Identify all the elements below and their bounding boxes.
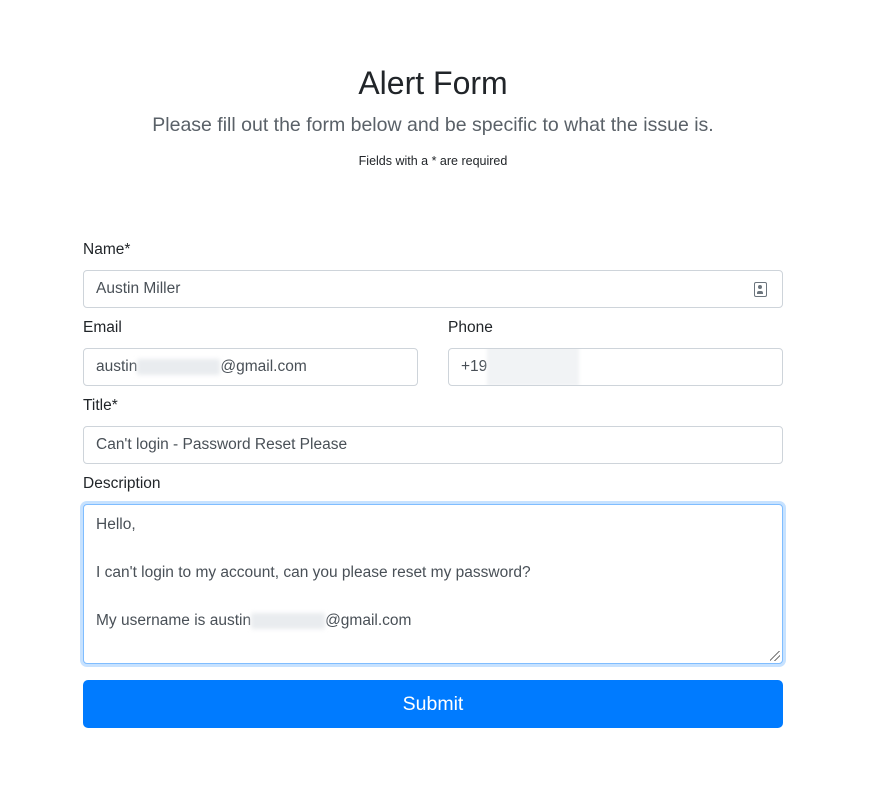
name-label: Name*: [83, 241, 131, 258]
description-username-prefix: My username is austin: [96, 612, 252, 629]
title-input-value: Can't login - Password Reset Please: [96, 436, 348, 453]
phone-input[interactable]: +19: [448, 348, 783, 386]
redacted-phone-part: [487, 349, 580, 385]
required-fields-note: Fields with a * are required: [358, 154, 508, 168]
page-lead-text: Please fill out the form below and be sp…: [152, 114, 714, 136]
redacted-username-part: [251, 612, 326, 629]
description-line-username: My username is austin @gmail.com: [96, 609, 770, 633]
description-line: [96, 537, 770, 561]
form-header: Alert Form Please fill out the form belo…: [0, 60, 866, 170]
title-group: Title* Can't login - Password Reset Plea…: [83, 396, 783, 464]
contact-card-icon[interactable]: [754, 282, 767, 297]
email-phone-row: Email austin @gmail.com Phone +19: [83, 318, 783, 386]
description-textarea[interactable]: Hello, I can't login to my account, can …: [83, 504, 783, 664]
email-value-prefix: austin: [96, 358, 138, 375]
redacted-email-part: [137, 359, 221, 375]
email-value-suffix: @gmail.com: [220, 358, 307, 375]
phone-group: Phone +19: [448, 318, 783, 386]
phone-value-prefix: +19: [461, 358, 488, 375]
title-input[interactable]: Can't login - Password Reset Please: [83, 426, 783, 464]
phone-label: Phone: [448, 319, 493, 336]
description-line: Hello,: [96, 516, 136, 533]
resize-handle-icon[interactable]: [770, 651, 780, 661]
name-group: Name* Austin Miller: [83, 240, 783, 308]
description-group: Description Hello, I can't login to my a…: [83, 474, 783, 664]
page-title: Alert Form: [358, 65, 508, 101]
description-label: Description: [83, 475, 161, 492]
title-label: Title*: [83, 397, 118, 414]
name-input[interactable]: Austin Miller: [83, 270, 783, 308]
alert-form-page: Alert Form Please fill out the form belo…: [0, 0, 880, 786]
name-input-value: Austin Miller: [96, 280, 181, 297]
submit-button[interactable]: Submit: [83, 680, 783, 728]
email-input[interactable]: austin @gmail.com: [83, 348, 418, 386]
description-line: [96, 585, 770, 609]
description-username-suffix: @gmail.com: [325, 612, 412, 629]
email-group: Email austin @gmail.com: [83, 318, 418, 386]
alert-form: Name* Austin Miller Email austin @gmail.c…: [83, 240, 783, 728]
email-label: Email: [83, 319, 122, 336]
description-line: I can't login to my account, can you ple…: [96, 564, 531, 581]
